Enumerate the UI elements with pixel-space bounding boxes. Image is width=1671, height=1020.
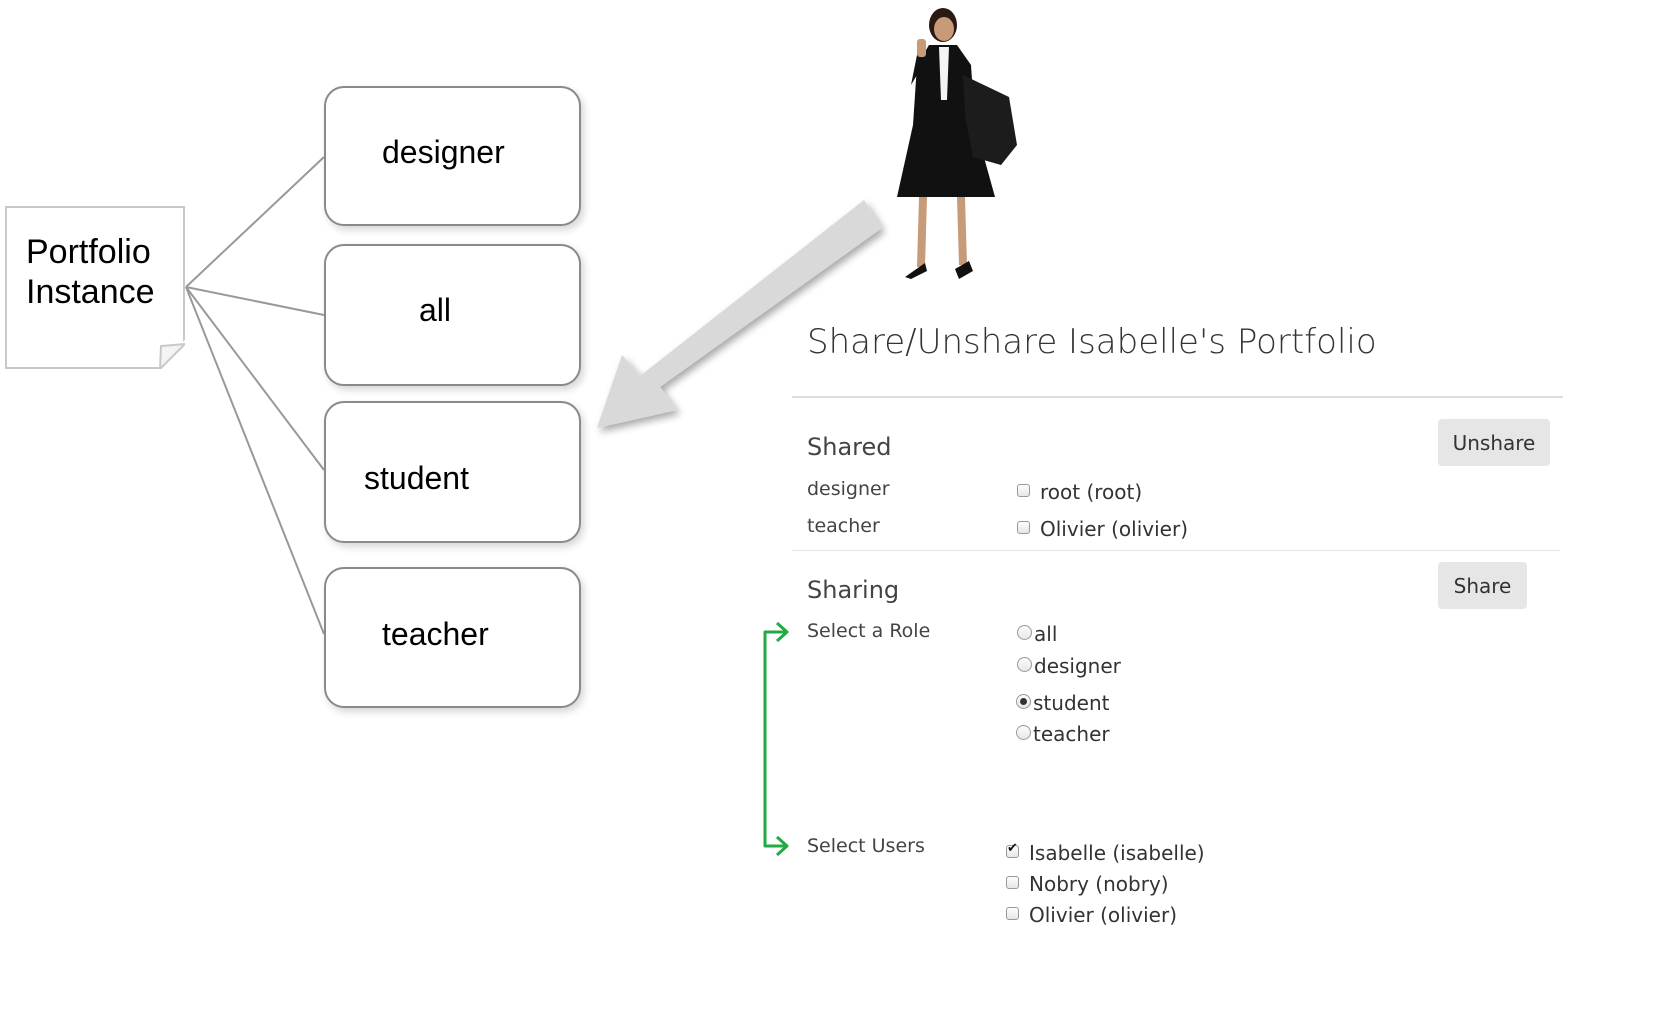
- checkbox-icon[interactable]: [1006, 906, 1019, 920]
- connector-teacher: [185, 286, 325, 635]
- shared-user-label: root (root): [1040, 480, 1143, 504]
- big-arrow: [597, 200, 882, 428]
- businesswoman-figure: [897, 8, 1017, 279]
- checkbox-icon[interactable]: [1017, 520, 1030, 534]
- connector-lines: [185, 156, 325, 635]
- user-checkbox-label: Isabelle (isabelle): [1029, 841, 1205, 865]
- radio-icon[interactable]: [1016, 693, 1031, 709]
- role-box-student-label: student: [364, 460, 469, 496]
- role-radio-label: student: [1033, 691, 1110, 715]
- checkbox-icon[interactable]: [1006, 875, 1019, 889]
- role-box-all-label: all: [419, 292, 452, 328]
- role-radio-student[interactable]: student: [1016, 691, 1109, 715]
- section-divider: [792, 550, 1560, 551]
- bracket-arrow: [763, 621, 789, 857]
- title-divider: [792, 396, 1563, 398]
- role-radio-label: all: [1034, 622, 1058, 646]
- select-role-label: Select a Role: [807, 620, 931, 642]
- user-checkbox-label: Nobry (nobry): [1029, 872, 1169, 896]
- role-radio-label: designer: [1034, 654, 1121, 678]
- role-diagram: [185, 8, 1017, 857]
- unshare-button[interactable]: Unshare: [1438, 419, 1550, 466]
- shared-user-label: Olivier (olivier): [1040, 517, 1189, 541]
- user-checkbox-isabelle[interactable]: Isabelle (isabelle): [1006, 841, 1205, 865]
- checkbox-icon[interactable]: [1006, 841, 1019, 858]
- shared-row-role: teacher: [807, 515, 880, 537]
- shared-user-checkbox[interactable]: root (root): [1017, 480, 1142, 504]
- connector-student: [185, 286, 325, 471]
- share-button[interactable]: Share: [1438, 562, 1527, 609]
- role-radio-designer[interactable]: designer: [1017, 654, 1121, 678]
- shared-user-checkbox[interactable]: Olivier (olivier): [1017, 517, 1188, 541]
- connector-designer: [185, 156, 325, 288]
- page-title: Share/Unshare Isabelle's Portfolio: [807, 322, 1377, 362]
- shared-heading: Shared: [807, 433, 892, 461]
- note-fold: [158, 342, 185, 369]
- radio-icon[interactable]: [1017, 624, 1032, 640]
- role-radio-all[interactable]: all: [1017, 622, 1057, 646]
- checkbox-icon[interactable]: [1017, 483, 1030, 497]
- user-checkbox-olivier[interactable]: Olivier (olivier): [1006, 903, 1177, 927]
- role-box-designer-label: designer: [382, 134, 505, 170]
- role-box-teacher-label: teacher: [382, 616, 489, 652]
- role-radio-teacher[interactable]: teacher: [1016, 722, 1110, 746]
- role-box-all: [324, 244, 581, 386]
- select-users-label: Select Users: [807, 835, 925, 857]
- shared-row-role: designer: [807, 478, 890, 500]
- connector-all: [185, 286, 325, 316]
- user-checkbox-nobry[interactable]: Nobry (nobry): [1006, 872, 1169, 896]
- radio-icon[interactable]: [1016, 724, 1031, 740]
- portfolio-instance-label: Portfolio Instance: [26, 233, 155, 311]
- user-checkbox-label: Olivier (olivier): [1029, 903, 1178, 927]
- sharing-heading: Sharing: [807, 576, 900, 604]
- role-radio-label: teacher: [1033, 722, 1110, 746]
- radio-icon[interactable]: [1017, 656, 1032, 672]
